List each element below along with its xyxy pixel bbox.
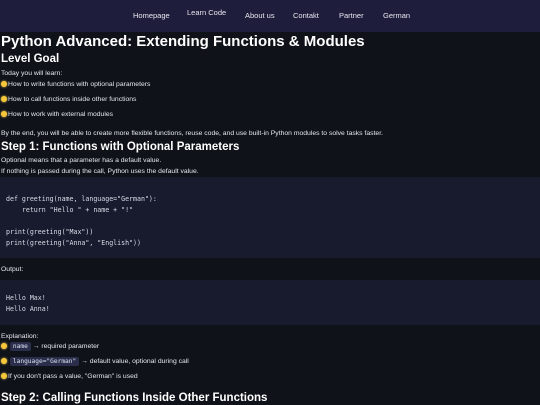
goal-bullet: How to call functions inside other funct… [1, 96, 136, 103]
inline-code: name [9, 342, 31, 351]
step1-heading: Step 1: Functions with Optional Paramete… [1, 141, 240, 153]
goal-bullet: How to work with external modules [1, 111, 113, 118]
explanation-label: Explanation: [1, 333, 39, 340]
code-line: return "Hello " + name + "!" [6, 206, 134, 214]
lightbulb-icon [1, 373, 7, 379]
nav-learn-code[interactable]: Learn Code [187, 8, 226, 17]
top-navigation: Homepage Learn Code About us Contakt Par… [0, 0, 540, 32]
lightbulb-icon [1, 96, 7, 102]
lightbulb-icon [1, 358, 7, 364]
explanation-item: name → required parameter [1, 342, 99, 351]
nav-partner[interactable]: Partner [339, 11, 364, 20]
code-block: def greeting(name, language="German"): r… [0, 177, 540, 258]
explanation-item: language="German" → default value, optio… [1, 357, 189, 366]
code-line: print(greeting("Max")) [6, 228, 94, 236]
lightbulb-icon [1, 343, 7, 349]
main-content: Python Advanced: Extending Functions & M… [0, 32, 540, 405]
output-block: Hello Max! Hello Anna! [0, 280, 540, 325]
lightbulb-icon [1, 111, 7, 117]
nav-homepage[interactable]: Homepage [133, 11, 170, 20]
code-line: print(greeting("Anna", "English")) [6, 239, 141, 247]
nav-german[interactable]: German [383, 11, 410, 20]
explanation-item: If you don't pass a value, "German" is u… [1, 373, 138, 380]
output-label: Output: [1, 266, 24, 273]
code-line: def greeting(name, language="German"): [6, 195, 157, 203]
step2-heading: Step 2: Calling Functions Inside Other F… [1, 392, 268, 404]
goal-bullet: How to write functions with optional par… [1, 81, 150, 88]
level-goal-summary: By the end, you will be able to create m… [1, 130, 383, 137]
lightbulb-icon [1, 81, 7, 87]
page-title: Python Advanced: Extending Functions & M… [1, 33, 365, 50]
output-line: Hello Max! [6, 294, 46, 302]
inline-code: language="German" [9, 357, 80, 366]
output-line: Hello Anna! [6, 305, 50, 313]
nav-about-us[interactable]: About us [245, 11, 275, 20]
step1-description: If nothing is passed during the call, Py… [1, 168, 199, 175]
level-goal-heading: Level Goal [1, 53, 60, 65]
nav-contakt[interactable]: Contakt [293, 11, 319, 20]
step1-description: Optional means that a parameter has a de… [1, 157, 162, 164]
level-goal-intro: Today you will learn: [1, 70, 63, 77]
